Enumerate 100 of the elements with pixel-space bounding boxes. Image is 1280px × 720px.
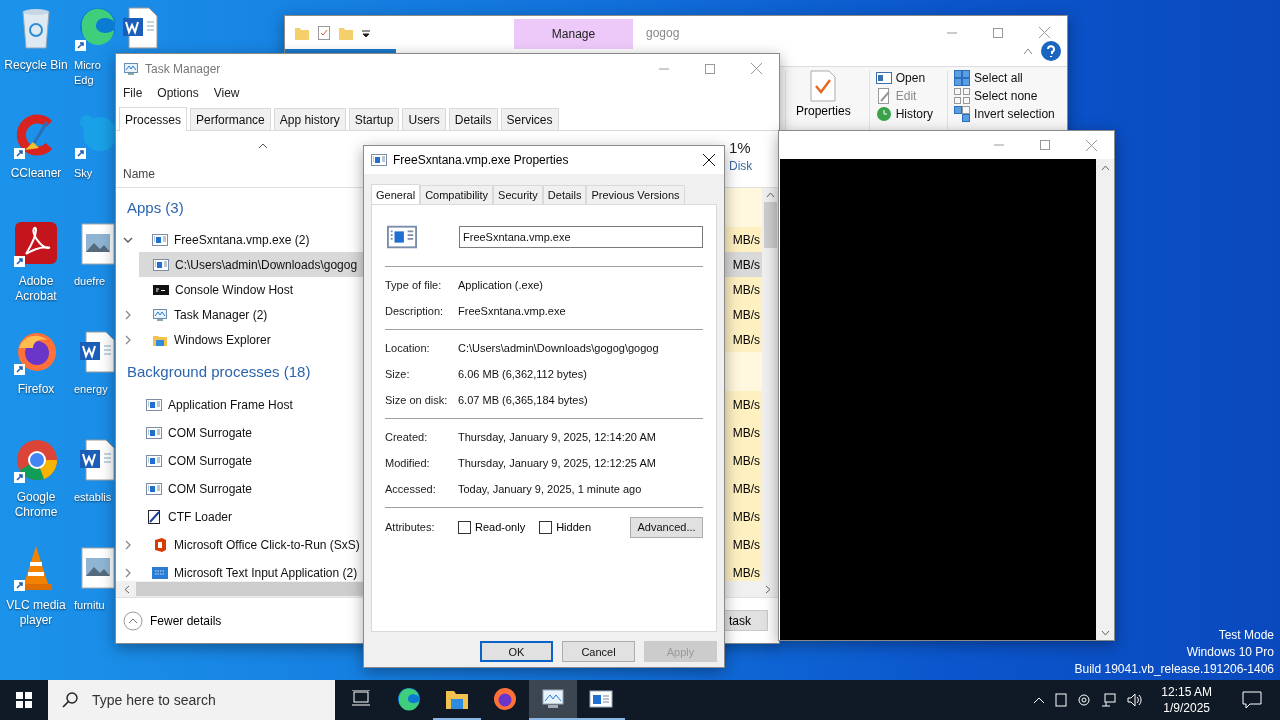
collapsed-chevron-icon[interactable] xyxy=(123,334,133,345)
office-icon xyxy=(152,537,168,553)
process-name[interactable]: COM Surrogate xyxy=(168,426,253,440)
attribute-checkbox[interactable]: Hidden xyxy=(539,520,591,534)
dropdown-caret-icon[interactable] xyxy=(361,27,371,38)
property-label: Description: xyxy=(385,305,445,317)
close-icon xyxy=(703,154,715,166)
tab[interactable]: Services xyxy=(500,108,559,130)
help-icon[interactable] xyxy=(1041,41,1061,61)
dialog-button[interactable]: OK xyxy=(480,641,553,662)
close-icon xyxy=(750,63,762,74)
disk-value: MB/s xyxy=(724,302,762,327)
column-header[interactable]: Name xyxy=(123,167,155,181)
process-name[interactable]: Windows Explorer xyxy=(174,332,271,347)
app-window-icon xyxy=(146,425,162,441)
process-name[interactable]: COM Surrogate xyxy=(168,454,253,468)
collapse-circle-icon xyxy=(123,610,143,631)
ribbon-item[interactable]: Select none xyxy=(954,88,1055,104)
edit-document-icon xyxy=(875,88,892,104)
monitor-icon xyxy=(541,688,565,710)
tab[interactable]: General xyxy=(371,184,421,205)
disk-value: MB/s xyxy=(724,277,762,302)
app-window-icon xyxy=(146,397,162,413)
scroll-up-icon[interactable] xyxy=(1100,165,1110,171)
property-label: Modified: xyxy=(385,457,431,469)
tab[interactable]: Compatibility xyxy=(420,185,494,204)
scroll-up-icon[interactable] xyxy=(766,192,775,198)
disk-value: MB/s xyxy=(724,475,762,503)
scrollbar-thumb[interactable] xyxy=(136,582,364,596)
property-label: Size: xyxy=(385,368,411,380)
process-name[interactable]: CTF Loader xyxy=(168,510,233,524)
tablet-icon[interactable] xyxy=(1055,693,1068,707)
maximize-icon xyxy=(1040,140,1050,150)
scroll-right-icon[interactable] xyxy=(765,584,771,594)
invert-selection-icon xyxy=(954,106,971,122)
firefox-icon xyxy=(493,687,517,711)
gear-icon[interactable] xyxy=(1077,693,1092,707)
process-name[interactable]: Microsoft Office Click-to-Run (SxS) xyxy=(174,538,360,552)
speaker-icon[interactable] xyxy=(1127,693,1144,707)
tab[interactable]: Previous Versions xyxy=(586,185,685,204)
tab[interactable]: Details xyxy=(542,185,587,204)
collapsed-chevron-icon[interactable] xyxy=(123,309,133,320)
process-name[interactable]: FreeSxntana.vmp.exe (2) xyxy=(174,232,310,247)
manage-tab[interactable]: Manage xyxy=(514,19,633,49)
property-value: Thursday, January 9, 2025, 12:12:25 AM xyxy=(458,457,656,469)
tab[interactable]: Startup xyxy=(348,108,400,130)
property-value: C:\Users\admin\Downloads\gogog\gogog xyxy=(458,342,659,354)
tab[interactable]: Details xyxy=(448,108,498,130)
menu-item[interactable]: Options xyxy=(157,86,199,100)
tab[interactable]: Performance xyxy=(190,108,271,130)
clock[interactable]: 12:15 AM 1/9/2025 xyxy=(1153,684,1220,716)
system-watermark-text: Windows 10 Pro xyxy=(1186,644,1274,661)
process-name[interactable]: Application Frame Host xyxy=(168,398,293,412)
checklist-icon[interactable] xyxy=(317,25,331,40)
scrollbar-thumb[interactable] xyxy=(764,202,777,248)
property-label: Location: xyxy=(385,342,431,354)
collapse-ribbon-icon[interactable] xyxy=(1023,47,1033,55)
attribute-checkbox[interactable]: Read-only xyxy=(458,520,526,534)
process-name[interactable]: Microsoft Text Input Application (2) xyxy=(174,566,358,580)
ribbon-item[interactable]: Select all xyxy=(954,70,1055,86)
process-name[interactable]: C:\Users\admin\Downloads\gogog xyxy=(175,257,358,272)
search-field[interactable]: Type here to search xyxy=(90,691,310,709)
maximize-icon xyxy=(993,27,1003,38)
network-icon[interactable] xyxy=(1101,693,1118,707)
tab[interactable]: Processes xyxy=(119,107,188,131)
notification-icon[interactable] xyxy=(1242,691,1262,709)
taskbar-app[interactable] xyxy=(529,680,577,720)
tab[interactable]: Security xyxy=(493,185,543,204)
properties-button[interactable]: Properties xyxy=(792,70,855,118)
system-watermark-text: Build 19041.vb_release.191206-1406 xyxy=(1074,661,1274,678)
vertical-scrollbar[interactable] xyxy=(1096,159,1114,640)
property-value: 6.07 MB (6,365,184 bytes) xyxy=(458,394,588,406)
disk-value: MB/s xyxy=(724,227,762,252)
column-header[interactable]: Disk xyxy=(729,159,779,173)
close-icon xyxy=(1038,27,1050,38)
tab[interactable]: App history xyxy=(273,108,346,130)
collapsed-chevron-icon[interactable] xyxy=(123,540,133,550)
keyboard-icon xyxy=(152,565,168,581)
search-bar[interactable]: Type here to search xyxy=(48,680,335,720)
fewer-details-button[interactable]: Fewer details xyxy=(123,610,222,631)
scroll-left-icon[interactable] xyxy=(124,584,130,594)
collapsed-chevron-icon[interactable] xyxy=(123,568,133,578)
disk-value: MB/s xyxy=(724,531,762,559)
chevron-up-icon[interactable] xyxy=(1033,696,1046,704)
menu-item[interactable]: File xyxy=(123,86,143,100)
ribbon-item[interactable]: Open xyxy=(875,70,934,86)
scroll-down-icon[interactable] xyxy=(1100,630,1110,636)
end-task-button[interactable]: task xyxy=(724,610,768,631)
window-title: Task Manager xyxy=(145,61,221,76)
tab[interactable]: Users xyxy=(402,108,446,130)
dialog-button[interactable]: Cancel xyxy=(562,641,635,662)
advanced-button[interactable]: Advanced... xyxy=(630,516,703,538)
history-clock-icon xyxy=(875,106,892,122)
file-name-field[interactable]: FreeSxntana.vmp.exe xyxy=(459,226,703,248)
process-name[interactable]: COM Surrogate xyxy=(168,482,253,496)
menu-item[interactable]: View xyxy=(213,86,240,100)
ribbon-item[interactable]: History xyxy=(875,106,934,122)
ribbon-item[interactable]: Invert selection xyxy=(954,106,1055,122)
process-name[interactable]: Console Window Host xyxy=(175,282,294,297)
process-name[interactable]: Task Manager (2) xyxy=(174,307,268,322)
